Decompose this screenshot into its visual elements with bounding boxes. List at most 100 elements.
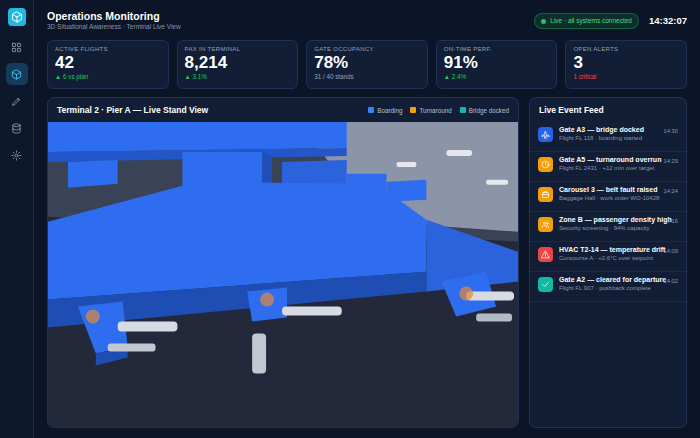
kpi-value: 8,214	[185, 53, 291, 73]
panel-title: Terminal 2 · Pier A — Live Stand View	[57, 104, 208, 117]
legend: Boarding Turnaround Bridge docked	[368, 106, 509, 115]
legend-item: Boarding	[368, 106, 402, 115]
warning-icon	[541, 250, 550, 259]
event-icon-box	[538, 127, 553, 142]
legend-swatch	[368, 107, 374, 113]
kpi-label: OPEN ALERTS	[573, 46, 679, 53]
event-item[interactable]: Carousel 3 — belt fault raisedBaggage Ha…	[530, 182, 686, 212]
sidebar	[0, 0, 34, 438]
people-icon	[541, 220, 550, 229]
event-title: Gate A3 — bridge docked	[559, 126, 644, 135]
event-icon-box	[538, 277, 553, 292]
event-time: 14:30	[663, 126, 678, 136]
event-detail: Baggage Hall · work order WO-10428	[559, 195, 657, 203]
check-icon	[541, 280, 550, 289]
event-time: 14:24	[663, 186, 678, 196]
gear-icon	[11, 150, 22, 161]
header-status: Live · all systems connected 14:32:07	[534, 13, 687, 29]
event-item[interactable]: HVAC T2-14 — temperature driftConcourse …	[530, 242, 686, 272]
event-icon-box	[538, 157, 553, 172]
dashboard-icon	[11, 42, 22, 53]
event-list: Gate A3 — bridge dockedFlight FL 118 · b…	[530, 122, 686, 302]
event-title: Gate A2 — cleared for departure	[559, 276, 657, 285]
event-text: HVAC T2-14 — temperature driftConcourse …	[559, 246, 657, 263]
clock-time: 14:32:07	[649, 14, 687, 28]
event-text: Zone B — passenger density highSecurity …	[559, 216, 657, 233]
kpi-label: PAX IN TERMINAL	[185, 46, 291, 53]
event-item[interactable]: Gate A5 — turnaround overrunFlight FL 24…	[530, 152, 686, 182]
event-icon-box	[538, 217, 553, 232]
sidebar-item[interactable]	[6, 117, 28, 139]
kpi-label: ACTIVE FLIGHTS	[55, 46, 161, 53]
event-detail: Flight FL 907 · pushback complete	[559, 285, 657, 293]
database-icon	[11, 123, 22, 134]
legend-label: Turnaround	[419, 106, 451, 115]
kpi-card: GATE OCCUPANCY78%31 / 40 stands	[306, 40, 428, 89]
stand-view-panel: Terminal 2 · Pier A — Live Stand View Boa…	[47, 97, 519, 428]
event-title: Carousel 3 — belt fault raised	[559, 186, 657, 195]
sidebar-item[interactable]	[6, 36, 28, 58]
event-text: Gate A2 — cleared for departureFlight FL…	[559, 276, 657, 293]
legend-label: Boarding	[377, 106, 402, 115]
kpi-note: 31 / 40 stands	[314, 73, 420, 81]
kpi-note: ▲ 3.1%	[185, 73, 291, 81]
panel-header: Live Event Feed	[530, 98, 686, 122]
panel-title: Live Event Feed	[539, 105, 604, 115]
kpi-note: ▲ 6 vs plan	[55, 73, 161, 81]
event-feed-panel: Live Event FeedGate A3 — bridge dockedFl…	[529, 97, 687, 428]
page-subtitle: 3D Situational Awareness · Terminal Live…	[47, 23, 181, 31]
main-area: Operations Monitoring3D Situational Awar…	[34, 0, 700, 438]
event-title: Gate A5 — turnaround overrun	[559, 156, 657, 165]
content-row: Terminal 2 · Pier A — Live Stand View Boa…	[47, 97, 687, 428]
stand-view-3d[interactable]	[48, 122, 518, 427]
status-text: Live · all systems connected	[550, 16, 632, 26]
event-icon-box	[538, 187, 553, 202]
event-text: Gate A3 — bridge dockedFlight FL 118 · b…	[559, 126, 644, 143]
logo-cube-icon	[11, 11, 23, 23]
panel-header: Terminal 2 · Pier A — Live Stand View Boa…	[48, 98, 518, 122]
event-detail: Security screening · 94% capacity	[559, 225, 657, 233]
event-text: Gate A5 — turnaround overrunFlight FL 24…	[559, 156, 657, 173]
kpi-card: PAX IN TERMINAL8,214▲ 3.1%	[177, 40, 299, 89]
event-time: 14:29	[663, 156, 678, 166]
plane-icon	[541, 130, 550, 139]
app-shell: Operations Monitoring3D Situational Awar…	[0, 0, 700, 438]
event-text: Carousel 3 — belt fault raisedBaggage Ha…	[559, 186, 657, 203]
kpi-note: ▲ 2.4%	[444, 73, 550, 81]
page-title: Operations Monitoring	[47, 10, 181, 23]
kpi-value: 78%	[314, 53, 420, 73]
clock-icon	[541, 160, 550, 169]
kpi-card: OPEN ALERTS31 critical	[565, 40, 687, 89]
pen-icon	[11, 96, 22, 107]
event-item[interactable]: Gate A3 — bridge dockedFlight FL 118 · b…	[530, 122, 686, 152]
sidebar-item[interactable]	[6, 63, 28, 85]
kpi-label: GATE OCCUPANCY	[314, 46, 420, 53]
event-time: 14:16	[663, 216, 678, 226]
cube-icon	[11, 69, 22, 80]
kpi-label: ON-TIME PERF.	[444, 46, 550, 53]
event-detail: Flight FL 118 · boarding started	[559, 135, 644, 143]
logo	[8, 8, 26, 26]
status-dot	[541, 19, 546, 24]
event-detail: Concourse A · +2.6°C over setpoint	[559, 255, 657, 263]
legend-item: Bridge docked	[460, 106, 509, 115]
event-icon-box	[538, 247, 553, 262]
legend-item: Turnaround	[410, 106, 451, 115]
event-title: HVAC T2-14 — temperature drift	[559, 246, 657, 255]
header-titles: Operations Monitoring3D Situational Awar…	[47, 10, 181, 31]
kpi-note: 1 critical	[573, 73, 679, 81]
event-item[interactable]: Gate A2 — cleared for departureFlight FL…	[530, 272, 686, 302]
kpi-value: 42	[55, 53, 161, 73]
kpi-card: ACTIVE FLIGHTS42▲ 6 vs plan	[47, 40, 169, 89]
sidebar-item[interactable]	[6, 90, 28, 112]
status-pill: Live · all systems connected	[534, 13, 639, 29]
event-time: 14:09	[663, 246, 678, 256]
kpi-card: ON-TIME PERF.91%▲ 2.4%	[436, 40, 558, 89]
event-item[interactable]: Zone B — passenger density highSecurity …	[530, 212, 686, 242]
sidebar-item[interactable]	[6, 144, 28, 166]
event-title: Zone B — passenger density high	[559, 216, 657, 225]
event-detail: Flight FL 2431 · +12 min over target	[559, 165, 657, 173]
legend-label: Bridge docked	[469, 106, 509, 115]
baggage-icon	[541, 190, 550, 199]
kpi-value: 3	[573, 53, 679, 73]
